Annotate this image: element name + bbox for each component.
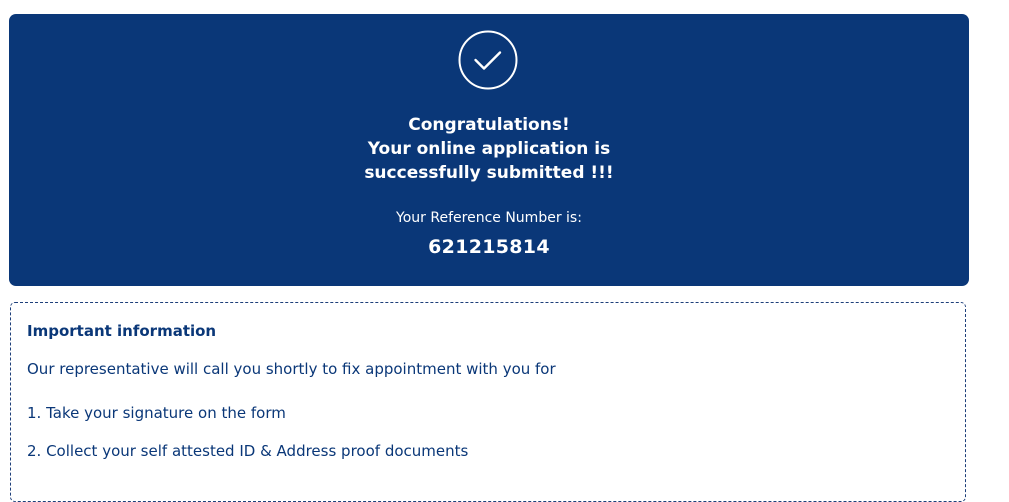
success-panel: Congratulations! Your online application…: [9, 14, 969, 286]
info-intro: Our representative will call you shortly…: [27, 360, 556, 378]
check-circle-icon: [458, 30, 518, 90]
important-info-box: Important information Our representative…: [10, 302, 966, 502]
reference-number: 621215814: [428, 236, 550, 258]
success-message: Congratulations! Your online application…: [9, 113, 969, 185]
info-step-1: 1. Take your signature on the form: [27, 404, 286, 422]
reference-label: Your Reference Number is:: [396, 210, 582, 226]
congratulations-text: Congratulations!: [408, 115, 570, 135]
message-line-2: successfully submitted !!!: [364, 163, 614, 183]
info-title: Important information: [27, 322, 217, 340]
info-step-2: 2. Collect your self attested ID & Addre…: [27, 442, 469, 460]
message-line-1: Your online application is: [367, 139, 611, 159]
